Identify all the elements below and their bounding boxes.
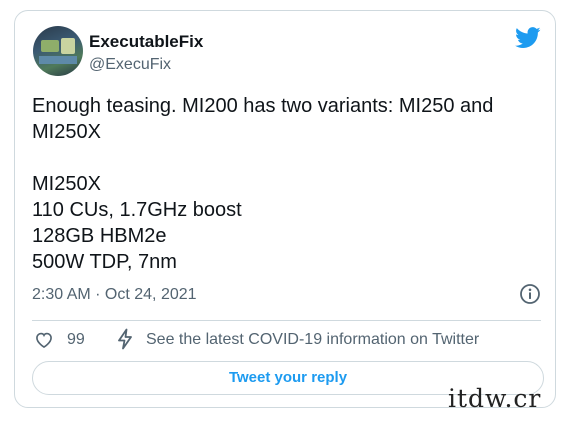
divider xyxy=(32,320,541,321)
heart-icon[interactable] xyxy=(34,330,54,350)
watermark: itdw.cr xyxy=(448,384,542,413)
author-handle[interactable]: @ExecuFix xyxy=(89,56,171,74)
tweet-text: Enough teasing. MI200 has two variants: … xyxy=(32,95,494,273)
info-icon[interactable] xyxy=(519,283,541,305)
tweet-card: ExecutableFix @ExecuFix Enough teasing. … xyxy=(14,10,556,408)
twitter-bird-icon[interactable] xyxy=(515,27,541,49)
like-count[interactable]: 99 xyxy=(67,331,85,349)
tweet-timestamp[interactable]: 2:30 AM · Oct 24, 2021 xyxy=(32,286,197,304)
author-name[interactable]: ExecutableFix xyxy=(89,32,203,52)
lightning-bolt-icon xyxy=(118,328,132,350)
avatar[interactable] xyxy=(33,26,83,76)
covid-info-link[interactable]: See the latest COVID-19 information on T… xyxy=(146,331,479,349)
